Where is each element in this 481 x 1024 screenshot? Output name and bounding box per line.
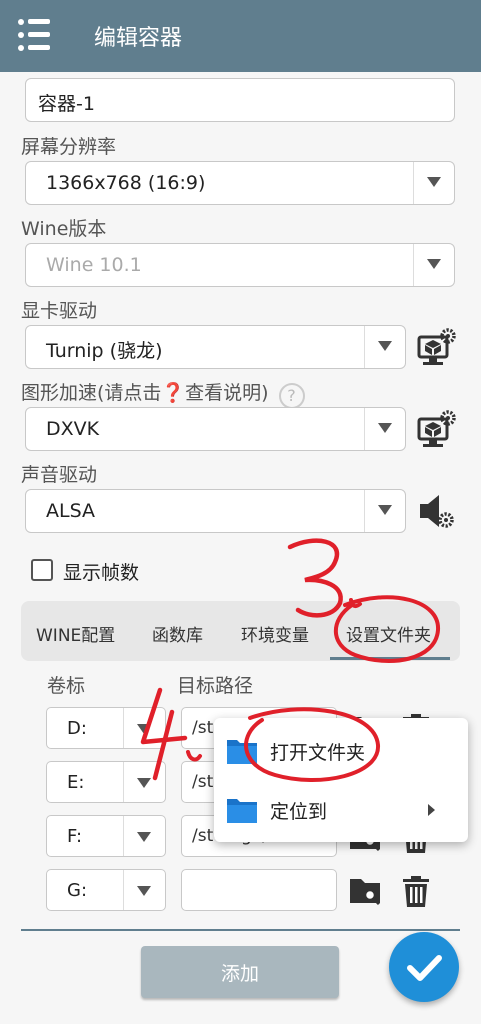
chevron-down-icon [378,341,392,351]
context-menu: 打开文件夹 定位到 [214,718,468,842]
chevron-down-icon [427,177,441,187]
show-fps-checkbox[interactable] [31,559,53,581]
chevron-down-icon [137,832,151,842]
gpu-settings-icon[interactable] [417,327,457,367]
add-button[interactable]: 添加 [141,946,339,998]
help-icon[interactable]: ? [278,383,305,409]
chevron-right-icon [428,804,435,816]
container-name-input[interactable]: 容器-1 [25,78,455,122]
wine-version-value: Wine 10.1 [46,254,142,276]
drive-path-value: /st [192,718,214,738]
graphics-accel-select[interactable]: DXVK [25,407,406,451]
volume-column-header: 卷标 [47,675,86,697]
drive-letter-select[interactable]: E: [46,761,166,803]
drive-letter-value: D: [67,718,87,739]
tab-wine-config[interactable]: WINE配置 [36,621,115,646]
drive-letter-value: E: [67,772,85,793]
drive-path-input[interactable] [181,869,337,911]
target-path-column-header: 目标路径 [177,675,254,697]
chevron-down-icon [137,724,151,734]
menu-item-locate[interactable]: 定位到 [214,782,468,838]
tab-libraries[interactable]: 函数库 [152,621,203,646]
chevron-down-icon [137,778,151,788]
trash-icon[interactable] [398,873,434,909]
drive-letter-select[interactable]: D: [46,707,166,749]
audio-settings-icon[interactable] [417,491,457,531]
gpu-driver-value: Turnip (骁龙) [46,340,163,362]
folder-search-icon[interactable] [348,873,384,909]
tab-environment[interactable]: 环境变量 [241,621,309,646]
confirm-button[interactable] [389,932,459,1002]
folder-icon [227,799,257,823]
drive-letter-select[interactable]: F: [46,815,166,857]
wine-version-label: Wine版本 [21,218,107,240]
container-name-value: 容器-1 [38,93,95,115]
menu-item-label: 打开文件夹 [270,742,366,764]
chevron-down-icon [427,259,441,269]
divider [21,929,460,931]
app-bar: 编辑容器 [0,0,481,72]
audio-driver-value: ALSA [46,500,95,522]
check-icon [407,955,442,981]
chevron-down-icon [378,505,392,515]
chevron-down-icon [378,423,392,433]
graphics-accel-value: DXVK [46,418,100,440]
folder-icon [227,740,257,764]
audio-driver-select[interactable]: ALSA [25,489,406,533]
drive-letter-value: F: [67,826,83,847]
drive-letter-value: G: [67,880,88,901]
screen-resolution-select[interactable]: 1366x768 (16:9) [25,161,455,205]
add-button-label: 添加 [220,963,259,985]
menu-icon[interactable] [14,18,54,54]
graphics-accel-label: 图形加速(请点击❓查看说明) ? [21,378,305,409]
chevron-down-icon [137,886,151,896]
gpu-driver-label: 显卡驱动 [21,300,98,322]
tab-bar: WINE配置 函数库 环境变量 设置文件夹 [21,601,460,661]
drive-path-value: /st [192,772,214,792]
tab-drive-folders[interactable]: 设置文件夹 [346,621,431,646]
gpu-driver-select[interactable]: Turnip (骁龙) [25,325,406,369]
screen-resolution-value: 1366x768 (16:9) [46,172,206,194]
drive-letter-select[interactable]: G: [46,869,166,911]
screen-resolution-label: 屏幕分辨率 [21,136,117,158]
show-fps-label: 显示帧数 [63,562,140,584]
page-title: 编辑容器 [94,26,183,51]
wine-version-select[interactable]: Wine 10.1 [25,243,455,287]
graphics-settings-icon[interactable] [417,409,457,449]
active-tab-indicator [330,657,450,660]
menu-item-label: 定位到 [270,801,328,823]
menu-item-open-folder[interactable]: 打开文件夹 [214,723,468,779]
audio-driver-label: 声音驱动 [21,464,98,486]
